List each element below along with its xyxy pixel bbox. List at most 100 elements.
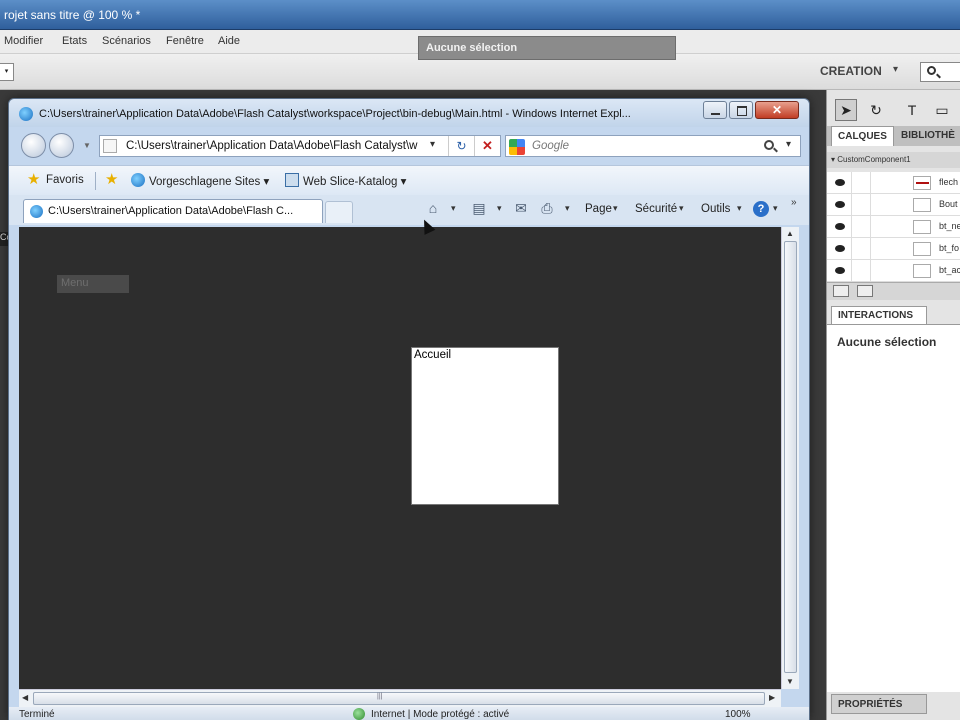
- rotate-tool-icon[interactable]: ↻: [865, 99, 887, 121]
- suggested-sites-link[interactable]: Vorgeschlagene Sites ▾: [149, 174, 269, 188]
- interactions-empty-label: Aucune sélection: [837, 335, 937, 349]
- search-input[interactable]: Google: [532, 140, 569, 152]
- eye-icon[interactable]: [835, 245, 845, 252]
- chevron-down-icon[interactable]: ▾: [565, 203, 570, 214]
- address-text[interactable]: C:\Users\trainer\Application Data\Adobe\…: [126, 140, 426, 152]
- chevron-down-icon[interactable]: ▾: [679, 203, 684, 214]
- layer-name: Bout: [939, 199, 958, 209]
- help-icon[interactable]: ?: [753, 201, 769, 217]
- favorites-star-icon[interactable]: ★: [27, 172, 42, 187]
- more-commands-icon[interactable]: »: [791, 197, 797, 208]
- favorites-bar: ★ Favoris ★ Vorgeschlagene Sites ▾ Web S…: [9, 165, 809, 195]
- tools-menu[interactable]: Outils: [701, 203, 730, 215]
- app-search-field[interactable]: [920, 62, 960, 82]
- layer-name: bt_ac: [939, 265, 960, 275]
- select-tool-icon[interactable]: ➤: [835, 99, 857, 121]
- lock-column[interactable]: [851, 194, 871, 216]
- lock-column[interactable]: [851, 216, 871, 238]
- mail-icon[interactable]: ✉: [513, 201, 529, 216]
- new-layer-button[interactable]: [833, 285, 849, 297]
- browser-title: C:\Users\trainer\Application Data\Adobe\…: [39, 108, 631, 120]
- chevron-down-icon[interactable]: ▾: [497, 203, 502, 214]
- refresh-icon[interactable]: ↻: [448, 136, 474, 156]
- menu-fenetre[interactable]: Fenêtre: [166, 35, 204, 47]
- scroll-left-icon[interactable]: ◀: [22, 693, 28, 702]
- eye-icon[interactable]: [835, 267, 845, 274]
- browser-titlebar[interactable]: C:\Users\trainer\Application Data\Adobe\…: [9, 99, 809, 127]
- print-icon[interactable]: ⎙: [539, 201, 555, 216]
- new-sublayer-button[interactable]: [857, 285, 873, 297]
- tab-bibliotheque[interactable]: BIBLIOTHÈ: [895, 126, 960, 146]
- layer-row[interactable]: bt_ac: [827, 260, 960, 282]
- accueil-panel[interactable]: Accueil: [411, 347, 559, 505]
- layer-name: bt_ne: [939, 221, 960, 231]
- browser-tab[interactable]: C:\Users\trainer\Application Data\Adobe\…: [23, 199, 323, 223]
- layer-name: bt_fo: [939, 243, 960, 253]
- search-options-icon[interactable]: ▾: [786, 139, 791, 150]
- right-panel: ➤ ↻ T ▭ CALQUES BIBLIOTHÈ ▾ CustomCompon…: [826, 90, 960, 720]
- chevron-down-icon[interactable]: ▾: [451, 203, 456, 214]
- search-icon[interactable]: [764, 140, 774, 150]
- add-favorite-icon[interactable]: ★: [105, 172, 120, 187]
- scroll-right-icon[interactable]: ▶: [769, 693, 775, 702]
- search-box[interactable]: Google ▾: [505, 135, 801, 157]
- eye-icon[interactable]: [835, 223, 845, 230]
- menu-aide[interactable]: Aide: [218, 35, 240, 47]
- text-tool-icon[interactable]: T: [901, 99, 923, 121]
- layer-row[interactable]: bt_ne: [827, 216, 960, 238]
- layer-row[interactable]: bt_fo: [827, 238, 960, 260]
- tab-proprietes[interactable]: PROPRIÉTÉS: [831, 694, 927, 714]
- back-button[interactable]: [21, 133, 46, 158]
- menu-etats[interactable]: Etats: [62, 35, 87, 47]
- tab-calques[interactable]: CALQUES: [831, 126, 894, 146]
- chevron-down-icon[interactable]: ▾: [893, 64, 898, 75]
- home-icon[interactable]: ⌂: [425, 201, 441, 216]
- chevron-down-icon[interactable]: ▾: [773, 203, 778, 214]
- layer-row[interactable]: flech: [827, 172, 960, 194]
- eye-icon[interactable]: [835, 179, 845, 186]
- menu-label[interactable]: Menu: [57, 275, 129, 293]
- zoom-level[interactable]: 100%: [725, 709, 751, 720]
- rectangle-tool-icon[interactable]: ▭: [931, 99, 953, 121]
- history-dropdown-icon[interactable]: ▼: [83, 141, 91, 150]
- menu-scenarios[interactable]: Scénarios: [102, 35, 151, 47]
- browser-tabbar: C:\Users\trainer\Application Data\Adobe\…: [9, 195, 809, 225]
- eye-icon[interactable]: [835, 201, 845, 208]
- scroll-down-icon[interactable]: ▼: [786, 677, 794, 686]
- status-text: Terminé: [19, 709, 55, 720]
- workspace-switcher[interactable]: CREATION: [820, 64, 882, 78]
- horizontal-scrollbar[interactable]: ◀ ||| ▶: [19, 689, 781, 707]
- new-tab-button[interactable]: [325, 201, 353, 223]
- layer-thumbnail: [913, 176, 931, 190]
- address-dropdown-icon[interactable]: ▾: [430, 139, 435, 150]
- feeds-icon[interactable]: ▤: [471, 201, 487, 216]
- scroll-thumb[interactable]: [33, 692, 765, 705]
- chevron-down-icon[interactable]: ▾: [737, 203, 742, 214]
- lock-column[interactable]: [851, 172, 871, 194]
- layer-row[interactable]: Bout: [827, 194, 960, 216]
- layer-group-header[interactable]: ▾ CustomComponent1: [827, 152, 960, 168]
- web-slice-link[interactable]: Web Slice-Katalog ▾: [303, 174, 406, 188]
- left-dropdown-control[interactable]: ▾: [0, 63, 14, 81]
- maximize-button[interactable]: [729, 101, 753, 119]
- scroll-thumb[interactable]: [784, 241, 797, 673]
- favorites-button[interactable]: Favoris: [46, 174, 84, 186]
- lock-column[interactable]: [851, 260, 871, 282]
- page-icon: [103, 139, 117, 153]
- search-icon: [927, 66, 936, 75]
- close-button[interactable]: [755, 101, 799, 119]
- security-zone-text[interactable]: Internet | Mode protégé : activé: [371, 709, 509, 720]
- minimize-button[interactable]: [703, 101, 727, 119]
- tab-interactions[interactable]: INTERACTIONS: [831, 306, 927, 324]
- forward-button[interactable]: [49, 133, 74, 158]
- scroll-up-icon[interactable]: ▲: [786, 229, 794, 238]
- menu-modifier[interactable]: Modifier: [4, 35, 43, 47]
- security-menu[interactable]: Sécurité: [635, 203, 677, 215]
- page-menu[interactable]: Page: [585, 203, 612, 215]
- stop-icon[interactable]: ✕: [474, 136, 500, 156]
- vertical-scrollbar[interactable]: ▲ ▼: [781, 227, 799, 689]
- page-content: Menu Accueil: [19, 227, 781, 689]
- address-bar[interactable]: C:\Users\trainer\Application Data\Adobe\…: [99, 135, 501, 157]
- chevron-down-icon[interactable]: ▾: [613, 203, 618, 214]
- lock-column[interactable]: [851, 238, 871, 260]
